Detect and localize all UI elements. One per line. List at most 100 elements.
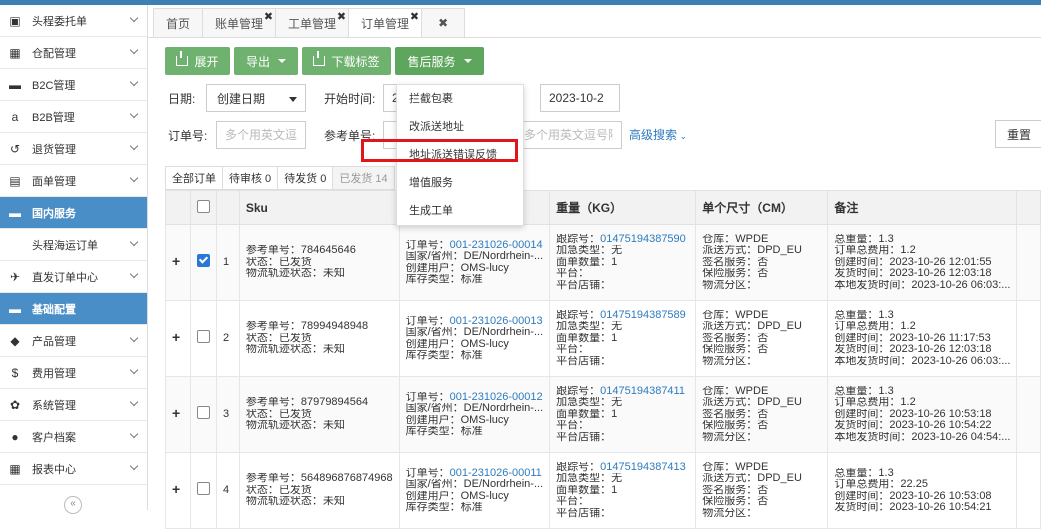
users-icon: ● — [11, 429, 19, 444]
cell-line: 国家/省州：DE/Nordrhein-... — [405, 251, 544, 262]
sidebar-item-2[interactable]: ▬ B2C管理 — [0, 69, 147, 101]
sidebar-item-8[interactable]: ✈ 直发订单中心 — [0, 261, 147, 293]
export-button[interactable]: 导出 — [234, 47, 298, 75]
after-sales-menu-item-3[interactable]: 增值服务 — [397, 169, 523, 197]
tracking-no-link[interactable]: 01475194387590 — [600, 234, 686, 245]
tracking-no-link[interactable]: 01475194387413 — [600, 462, 686, 473]
order-cell: 订单号：001-231026-00013 国家/省州：DE/Nordrhein-.… — [398, 300, 551, 377]
download-label-button[interactable]: 下载标签 — [302, 47, 391, 75]
tab-close-icon[interactable]: ✖ — [264, 10, 273, 23]
plus-icon[interactable]: + — [172, 329, 180, 345]
sidebar-item-11[interactable]: $ 费用管理 — [0, 357, 147, 389]
sidebar-item-3[interactable]: a B2B管理 — [0, 101, 147, 133]
order-no-line: 订单号：001-231026-00011 — [406, 468, 544, 480]
after-sales-menu-item-0[interactable]: 拦截包裹 — [397, 85, 523, 113]
dollar-icon: $ — [11, 365, 19, 380]
multi-no-input[interactable] — [515, 121, 622, 149]
sidebar-item-5[interactable]: ▤ 面单管理 — [0, 165, 147, 197]
row-checkbox[interactable] — [196, 254, 210, 268]
advanced-search-label: 高级搜索 — [629, 128, 678, 142]
table-row: +4 参考单号：564896876874968 状态：已发货 物流轨迹状态：未知 订单号… — [165, 452, 1041, 529]
plus-icon[interactable]: + — [172, 253, 180, 269]
order-no-link[interactable]: 001-231026-00011 — [450, 468, 542, 479]
status-tab-1[interactable]: 待审核 0 — [222, 166, 279, 190]
download-label-text: 下载标签 — [331, 54, 380, 69]
reset-button[interactable]: 重置 — [995, 120, 1041, 148]
cell-line: 面单数量：1 — [556, 332, 618, 344]
tab-1[interactable]: 账单管理 ✖ — [202, 8, 277, 37]
cart-icon: ▬ — [9, 77, 21, 92]
after-sales-menu-item-4[interactable]: 生成工单 — [397, 197, 523, 225]
close-all-tabs-button[interactable]: ✖ — [421, 8, 466, 37]
status-tab-0[interactable]: 全部订单 — [165, 166, 223, 190]
expand-button[interactable]: 展开 — [165, 47, 230, 75]
sidebar-item-12[interactable]: ✿ 系统管理 — [0, 389, 147, 421]
cell-line: 仓库：WPDE — [702, 461, 769, 473]
tab-0[interactable]: 首页 — [153, 8, 204, 37]
tab-2[interactable]: 工单管理 ✖ — [275, 8, 350, 37]
tracking-no-label: 跟踪号： — [556, 461, 601, 473]
after-sales-button[interactable]: 售后服务 — [395, 47, 484, 75]
tracking-no-link[interactable]: 01475194387411 — [600, 386, 685, 397]
tracking-no-line: 跟踪号：01475194387590 — [556, 234, 689, 246]
order-no-link[interactable]: 001-231026-00013 — [450, 316, 543, 327]
chevron-down-icon — [129, 461, 139, 471]
sidebar-item-6[interactable]: ▬ 国内服务 — [0, 197, 147, 229]
select-cell — [189, 224, 217, 301]
tracking-no-link[interactable]: 01475194387589 — [600, 310, 686, 321]
status-tab-3[interactable]: 已发货 14 — [332, 166, 395, 190]
row-checkbox[interactable] — [196, 330, 210, 344]
sidebar-item-4[interactable]: ↺ 退货管理 — [0, 133, 147, 165]
chevron-down-icon — [129, 269, 139, 279]
cell-line: 订单总费用：1.2 — [834, 245, 916, 257]
sidebar-item-10[interactable]: ◆ 产品管理 — [0, 325, 147, 357]
advanced-search-link[interactable]: 高级搜索 ⌄ — [629, 126, 687, 143]
status-tab-2[interactable]: 待发货 0 — [277, 166, 334, 190]
order-no-input[interactable] — [216, 121, 306, 149]
caret-down-icon — [289, 97, 297, 102]
row-checkbox[interactable] — [196, 406, 210, 420]
select-all-checkbox[interactable] — [196, 199, 210, 213]
date-type-select[interactable]: 创建日期 — [206, 84, 306, 112]
table-row: +1 参考单号：784645646 状态：已发货 物流轨迹状态：未知 订单号：001-2… — [165, 224, 1041, 301]
sidebar-item-label: 退货管理 — [32, 143, 76, 156]
index-col-header — [215, 190, 240, 225]
tab-close-icon[interactable]: ✖ — [410, 10, 419, 23]
cell-line: 仓库：WPDE — [702, 309, 769, 321]
sidebar-item-0[interactable]: ▣ 头程委托单 — [0, 5, 147, 37]
sidebar-item-14[interactable]: ▦ 报表中心 — [0, 453, 147, 485]
expand-cell: + — [165, 300, 191, 377]
expand-cell: + — [165, 452, 191, 529]
cell-line: 参考单号：784645646 — [245, 245, 356, 257]
cell-line: 发货时间：2023-10-26 12:03:18 — [834, 268, 992, 280]
tab-3[interactable]: 订单管理 ✖ — [348, 8, 423, 38]
caret-down-icon — [278, 59, 286, 63]
row-checkbox[interactable] — [196, 482, 210, 496]
plus-icon[interactable]: + — [172, 481, 180, 497]
sidebar-item-1[interactable]: ▦ 仓配管理 — [0, 37, 147, 69]
expand-col-header — [165, 190, 191, 225]
cell-line: 发货时间：2023-10-26 10:54:21 — [834, 502, 992, 513]
tab-close-icon[interactable]: ✖ — [337, 10, 346, 23]
sidebar-item-label: 头程委托单 — [32, 15, 87, 28]
cell-line: 创建时间：2023-10-26 12:01:55 — [834, 256, 992, 268]
remark-cell: 总重量：1.3 订单总费用：1.2 创建时间：2023-10-26 12:01:55… — [827, 224, 1018, 301]
sidebar-item-13[interactable]: ● 客户档案 — [0, 421, 147, 453]
cell-line: 平台店铺： — [556, 507, 612, 519]
extra-cell — [1016, 452, 1041, 529]
cell-line: 物流轨迹状态：未知 — [245, 344, 345, 356]
sidebar-item-7[interactable]: 头程海运订单 — [0, 229, 147, 261]
sidebar-collapse-button[interactable]: « — [64, 496, 82, 514]
order-no-link[interactable]: 001-231026-00014 — [450, 240, 543, 251]
order-no-link[interactable]: 001-231026-00012 — [450, 392, 543, 403]
plus-icon[interactable]: + — [172, 405, 180, 421]
cell-line: 加急类型：无 — [556, 473, 623, 485]
cell-line: 状态：已发货 — [245, 332, 312, 344]
cell-line: 物流轨迹状态：未知 — [245, 420, 345, 432]
cell-line: 本地发货时间：2023-10-26 04:54:... — [834, 431, 1011, 443]
after-sales-menu-item-1[interactable]: 改派送地址 — [397, 113, 523, 141]
end-time-input[interactable] — [540, 84, 620, 112]
cell-line: 发货时间：2023-10-26 10:54:22 — [834, 420, 992, 432]
sidebar-item-9[interactable]: ▬ 基础配置 — [0, 293, 147, 325]
tracking-no-label: 跟踪号： — [556, 385, 601, 397]
